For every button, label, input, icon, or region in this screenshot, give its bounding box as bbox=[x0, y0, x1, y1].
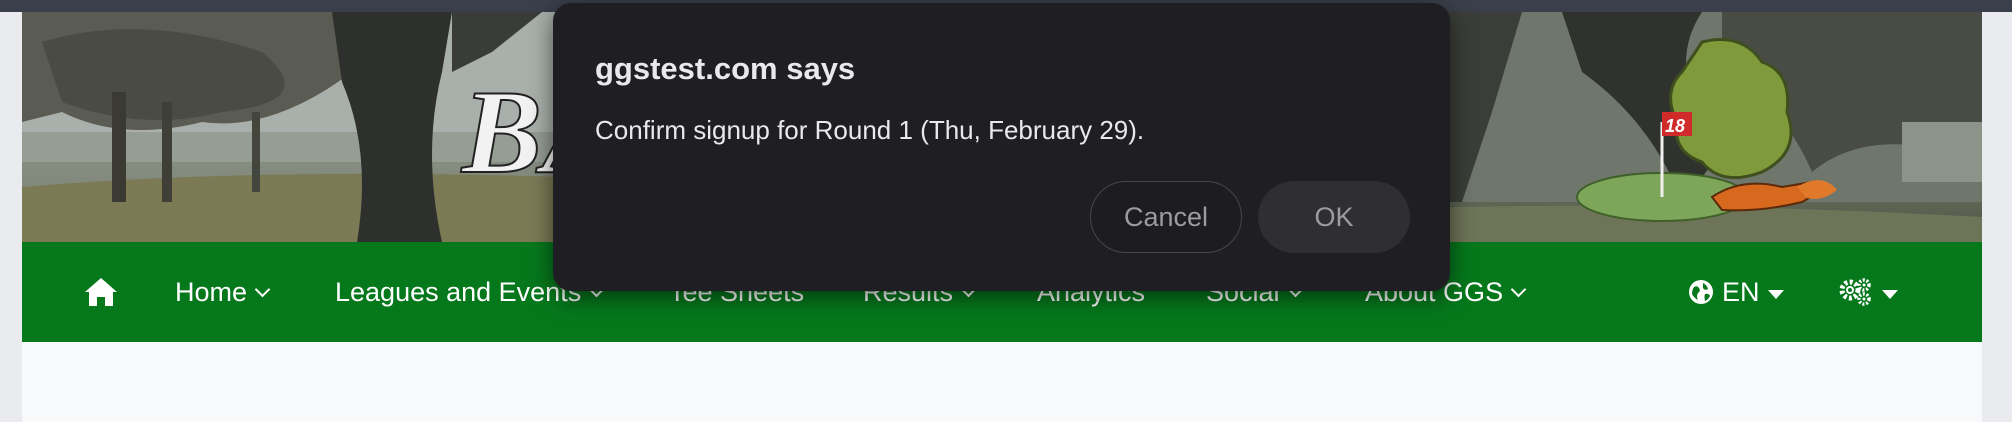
confirm-dialog: ggstest.com says Confirm signup for Roun… bbox=[553, 3, 1450, 291]
dialog-title: ggstest.com says bbox=[595, 51, 856, 86]
caret-down-icon bbox=[1767, 289, 1784, 299]
nav-leagues-label: Leagues and Events bbox=[335, 276, 582, 307]
home-icon[interactable] bbox=[84, 276, 118, 308]
language-selector[interactable]: EN bbox=[1688, 242, 1784, 342]
nav-home[interactable]: Home bbox=[175, 242, 271, 342]
dialog-message: Confirm signup for Round 1 (Thu, Februar… bbox=[595, 115, 1145, 145]
globe-icon bbox=[1689, 280, 1713, 304]
gears-icon bbox=[1839, 278, 1871, 306]
ok-button[interactable]: OK bbox=[1258, 181, 1410, 253]
settings-menu[interactable] bbox=[1838, 242, 1898, 342]
page-content bbox=[22, 342, 1982, 422]
language-label: EN bbox=[1722, 276, 1760, 307]
nav-home-label: Home bbox=[175, 276, 248, 307]
caret-down-icon bbox=[1882, 289, 1898, 299]
chevron-down-icon bbox=[254, 281, 271, 297]
flag-number: 18 bbox=[1665, 116, 1685, 136]
cancel-button[interactable]: Cancel bbox=[1090, 181, 1242, 253]
chevron-down-icon bbox=[1510, 281, 1527, 297]
